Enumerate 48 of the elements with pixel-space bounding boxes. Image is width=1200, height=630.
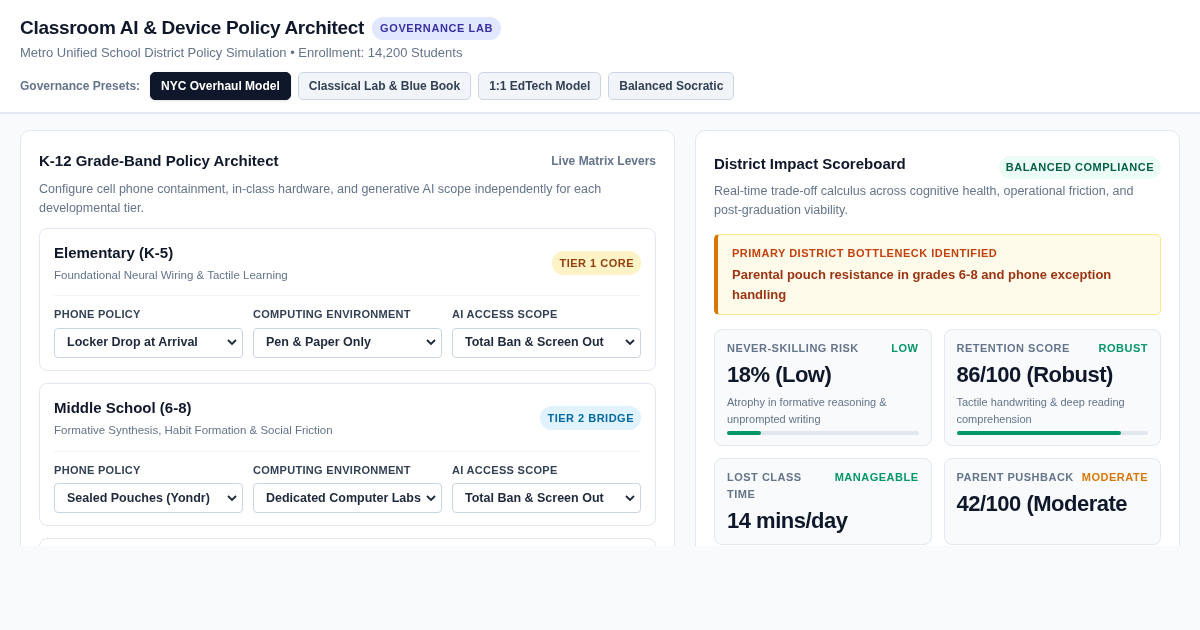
metric-label: RETENTION SCORE bbox=[956, 341, 1070, 356]
tier-name: Middle School (6-8) bbox=[54, 397, 193, 418]
preset-button[interactable]: Balanced Socratic bbox=[608, 72, 735, 100]
alert-heading: PRIMARY DISTRICT BOTTLENECK IDENTIFIED bbox=[732, 245, 999, 261]
metric-note: Atrophy in formative reasoning & unprompted writing bbox=[727, 395, 888, 427]
compliance-badge: BALANCED COMPLIANCE bbox=[998, 156, 1161, 179]
tier-badge: TIER 2 BRIDGE bbox=[540, 405, 641, 431]
panel-description: Real-time trade-off calculus across cognitive health, operational friction, and post-graduation viability. bbox=[714, 182, 1135, 219]
alert-text: Parental pouch resistance in grades 6-8 and phone exception handling bbox=[732, 266, 1113, 304]
preset-button[interactable]: Classical Lab & Blue Book bbox=[297, 72, 472, 100]
control-label: COMPUTING ENVIRONMENT bbox=[253, 462, 412, 478]
tier-badge: TIER 1 CORE bbox=[552, 250, 641, 276]
panel-title: K-12 Grade-Band Policy Architect bbox=[39, 151, 279, 171]
control-label: PHONE POLICY bbox=[54, 307, 142, 323]
metric-value: 42/100 (Moderate bbox=[956, 491, 1129, 517]
levers-label: Live Matrix Levers bbox=[551, 153, 656, 171]
metric-label: NEVER-SKILLING RISK bbox=[727, 341, 859, 356]
lab-badge: GOVERNANCE LAB bbox=[372, 17, 501, 40]
app-subtitle: Metro Unified School District Policy Simulation • Enrollment: 14,200 Students bbox=[20, 43, 464, 62]
policy-select[interactable]: Total Ban & Screen Out bbox=[452, 483, 641, 513]
presets-label: Governance Presets: bbox=[20, 78, 141, 95]
control-label: PHONE POLICY bbox=[54, 462, 142, 478]
metric-value: 18% (Low) bbox=[727, 362, 833, 388]
app-title: Classroom AI & Device Policy Architect bbox=[20, 16, 365, 40]
control-label: AI ACCESS SCOPE bbox=[452, 462, 559, 478]
tier-name: Elementary (K-5) bbox=[54, 242, 175, 263]
control-label: COMPUTING ENVIRONMENT bbox=[253, 307, 412, 323]
metric-status: LOW bbox=[891, 341, 919, 356]
metric-status: MANAGEABLE bbox=[834, 470, 919, 485]
policy-select[interactable]: Locker Drop at Arrival bbox=[54, 327, 243, 358]
metric-value: 14 mins/day bbox=[727, 508, 849, 534]
panel-description: Configure cell phone containment, in-class hardware, and generative AI scope independently for each developmental tier. bbox=[39, 180, 603, 217]
metric-status: ROBUST bbox=[1098, 341, 1148, 356]
metric-label: LOST CLASS TIME bbox=[727, 470, 803, 502]
preset-button[interactable]: NYC Overhaul Model bbox=[150, 72, 291, 100]
tier-focus: Foundational Neural Wiring & Tactile Learning bbox=[54, 268, 288, 283]
tier-focus: Formative Synthesis, Habit Formation & Social Friction bbox=[54, 423, 333, 439]
panel-title: District Impact Scoreboard bbox=[714, 154, 906, 174]
metric-status: MODERATE bbox=[1081, 470, 1148, 485]
preset-button[interactable]: 1:1 EdTech Model bbox=[478, 72, 602, 100]
metric-note: Tactile handwriting & deep reading comprehension bbox=[956, 395, 1126, 427]
policy-select[interactable]: Pen & Paper Only bbox=[253, 327, 442, 358]
metric-value: 86/100 (Robust) bbox=[956, 362, 1114, 388]
metric-label: PARENT PUSHBACK bbox=[956, 470, 1074, 485]
control-label: AI ACCESS SCOPE bbox=[452, 307, 559, 323]
policy-select[interactable]: Sealed Pouches (Yondr) bbox=[54, 483, 243, 513]
policy-select[interactable]: Dedicated Computer Labs bbox=[253, 483, 442, 513]
policy-select[interactable]: Total Ban & Screen Out bbox=[452, 327, 641, 358]
